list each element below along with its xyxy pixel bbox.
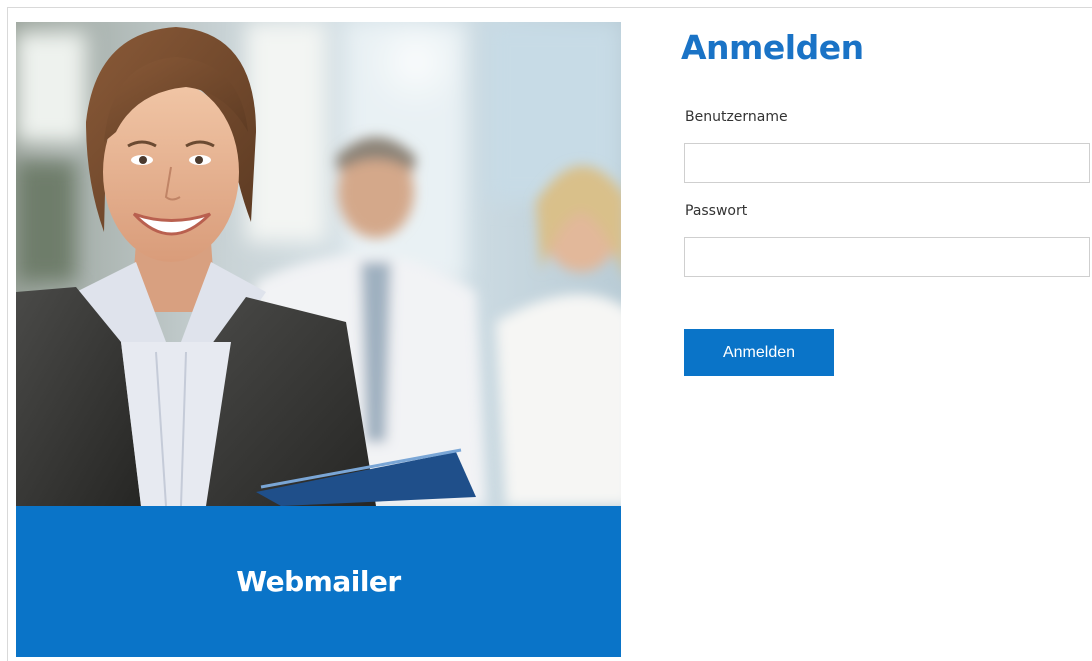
- hero-photo: [16, 22, 621, 506]
- username-input[interactable]: [684, 143, 1090, 183]
- hero-banner: Webmailer: [16, 506, 621, 657]
- username-label: Benutzername: [685, 109, 788, 125]
- password-input[interactable]: [684, 237, 1090, 277]
- password-label: Passwort: [685, 203, 748, 219]
- login-form: Anmelden Benutzername Passwort Anmelden: [681, 22, 1092, 422]
- banner-title: Webmailer: [236, 565, 401, 598]
- hero-panel: Webmailer: [16, 22, 621, 657]
- page-title: Anmelden: [681, 28, 864, 67]
- login-button[interactable]: Anmelden: [684, 329, 834, 376]
